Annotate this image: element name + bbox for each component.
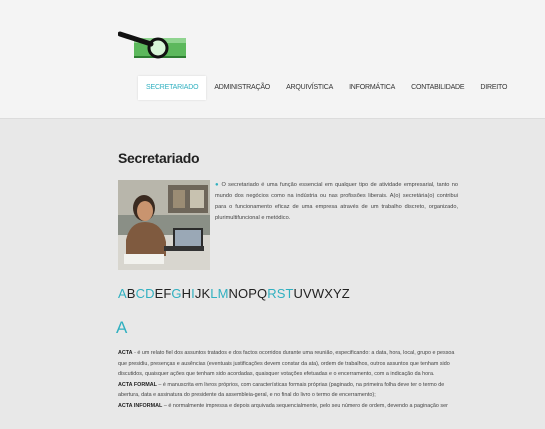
alphabet-letter-s[interactable]: S — [277, 286, 286, 301]
bullet-icon: ● — [215, 182, 220, 188]
alphabet-letter-k[interactable]: K — [201, 286, 210, 301]
intro-paragraph: O secretariado é uma função essencial em… — [215, 182, 458, 221]
alphabet-letter-a[interactable]: A — [118, 286, 127, 301]
alphabet-letter-t[interactable]: T — [286, 286, 294, 301]
nav-item-informatica[interactable]: INFORMÁTICA — [341, 76, 403, 100]
alphabet-letter-o[interactable]: O — [238, 286, 248, 301]
alphabet-letter-w[interactable]: W — [312, 286, 324, 301]
intro-text: ● O secretariado é uma função essencial e… — [215, 180, 458, 224]
glossary-term: ACTA — [118, 350, 133, 356]
alphabet-letter-h[interactable]: H — [182, 286, 192, 301]
page: SECRETARIADO ADMINISTRAÇÃO ARQUIVÍSTICA INF… — [0, 0, 545, 429]
alphabet-index: ABCDEFGHIJKLMNOPQRSTUVWXYZ — [118, 286, 350, 301]
nav-item-arquivistica[interactable]: ARQUIVÍSTICA — [278, 76, 341, 100]
alphabet-letter-j[interactable]: J — [195, 286, 202, 301]
glossary-definition: – é normalmente impressa e depois arquiv… — [162, 402, 448, 409]
alphabet-letter-e[interactable]: E — [155, 286, 164, 301]
glossary-entry: ACTA INFORMAL – é normalmente impressa e… — [118, 401, 460, 412]
nav-item-direito[interactable]: DIREITO — [472, 76, 515, 100]
glossary-definition: – é manuscrita em livros próprios, com c… — [118, 381, 445, 399]
glossary-term: ACTA INFORMAL — [118, 402, 163, 409]
alphabet-letter-q[interactable]: Q — [257, 286, 267, 301]
alphabet-letter-n[interactable]: N — [229, 286, 239, 301]
page-title: Secretariado — [118, 150, 200, 166]
section-letter-heading: A — [116, 318, 128, 337]
main-nav: SECRETARIADO ADMINISTRAÇÃO ARQUIVÍSTICA INF… — [138, 76, 515, 100]
glossary-entry: ACTA - é um relato fiel dos assuntos tra… — [118, 348, 460, 380]
alphabet-letter-l[interactable]: L — [210, 286, 217, 301]
site-header: SECRETARIADO ADMINISTRAÇÃO ARQUIVÍSTICA INF… — [0, 0, 545, 119]
glossary-entry: ACTA FORMAL – é manuscrita em livros pró… — [118, 380, 460, 401]
alphabet-letter-c[interactable]: C — [136, 286, 146, 301]
alphabet-letter-g[interactable]: G — [171, 286, 181, 301]
alphabet-letter-f[interactable]: F — [163, 286, 171, 301]
glossary-definition: - é um relato fiel dos assuntos tratados… — [118, 350, 455, 378]
nav-item-contabilidade[interactable]: CONTABILIDADE — [403, 76, 472, 100]
nav-item-administracao[interactable]: ADMINISTRAÇÃO — [206, 76, 278, 100]
alphabet-letter-v[interactable]: V — [303, 286, 312, 301]
main-content: Secretariado ● O secretariado é uma funçã… — [118, 150, 463, 270]
alphabet-letter-x[interactable]: X — [324, 286, 333, 301]
alphabet-letter-z[interactable]: Z — [342, 286, 350, 301]
alphabet-letter-m[interactable]: M — [218, 286, 229, 301]
secretary-at-desk-photo — [118, 180, 210, 270]
glossary-entries: ACTA - é um relato fiel dos assuntos tra… — [118, 348, 460, 412]
alphabet-letter-y[interactable]: Y — [333, 286, 342, 301]
alphabet-letter-r[interactable]: R — [267, 286, 277, 301]
glossary-term: ACTA FORMAL — [118, 381, 157, 388]
alphabet-letter-b[interactable]: B — [127, 286, 136, 301]
alphabet-letter-u[interactable]: U — [294, 286, 304, 301]
nav-item-secretariado[interactable]: SECRETARIADO — [138, 76, 207, 100]
magnifier-logo-icon[interactable] — [118, 30, 188, 60]
alphabet-letter-d[interactable]: D — [145, 286, 155, 301]
alphabet-letter-p[interactable]: P — [248, 286, 257, 301]
